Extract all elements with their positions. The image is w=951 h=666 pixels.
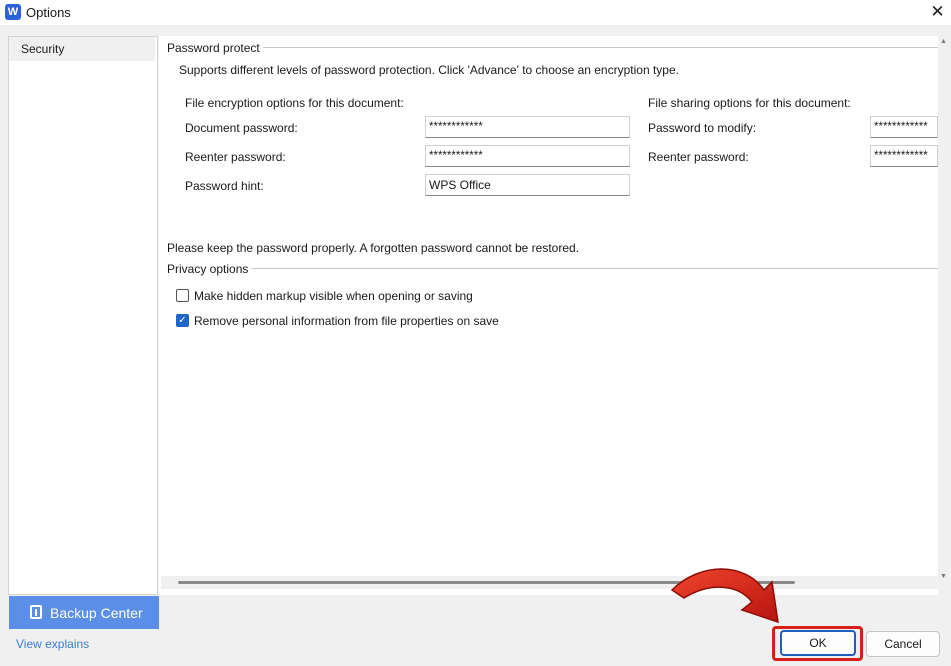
sharing-reenter-password-label: Reenter password: [648,150,749,164]
ok-button[interactable]: OK [780,630,856,656]
backup-icon [30,605,42,619]
password-warning: Please keep the password properly. A for… [167,241,580,255]
password-protect-description: Supports different levels of password pr… [179,63,679,77]
close-icon[interactable]: ✕ [924,0,951,25]
vertical-scrollbar[interactable] [938,36,951,589]
sidebar [8,36,158,595]
remove-personal-info-label: Remove personal information from file pr… [194,314,499,328]
remove-personal-info-checkbox[interactable]: ✓ [176,314,189,327]
backup-center-button[interactable]: Backup Center [9,596,159,629]
encryption-heading: File encryption options for this documen… [185,96,404,110]
wps-writer-icon: W [5,4,21,20]
hidden-markup-checkbox[interactable] [176,289,189,302]
sharing-heading: File sharing options for this document: [648,96,851,110]
hidden-markup-label: Make hidden markup visible when opening … [194,289,473,303]
remove-personal-info-option[interactable]: ✓ Remove personal information from file … [176,314,516,330]
pointer-arrow-icon [670,568,779,624]
backup-center-label: Backup Center [50,605,143,621]
password-to-modify-label: Password to modify: [648,121,757,135]
scroll-down-icon[interactable]: ▼ [940,573,947,580]
scroll-up-icon[interactable]: ▲ [940,38,947,45]
sidebar-item-label: Security [21,42,65,56]
password-protect-title: Password protect [167,41,263,55]
password-hint-label: Password hint: [185,179,264,193]
sidebar-item-security[interactable]: Security [9,37,155,61]
view-explains-link[interactable]: View explains [16,637,89,651]
title-bar [0,0,951,25]
hidden-markup-option[interactable]: Make hidden markup visible when opening … [176,289,516,305]
password-to-modify-field[interactable] [870,116,938,138]
privacy-options-title: Privacy options [167,262,252,276]
section-divider [250,268,938,269]
reenter-password-label: Reenter password: [185,150,286,164]
reenter-password-field[interactable] [425,145,630,167]
password-hint-field[interactable] [425,174,630,196]
section-divider [260,47,938,48]
cancel-button[interactable]: Cancel [866,631,940,657]
document-password-label: Document password: [185,121,298,135]
document-password-field[interactable] [425,116,630,138]
sharing-reenter-password-field[interactable] [870,145,938,167]
window-title: Options [26,5,71,20]
